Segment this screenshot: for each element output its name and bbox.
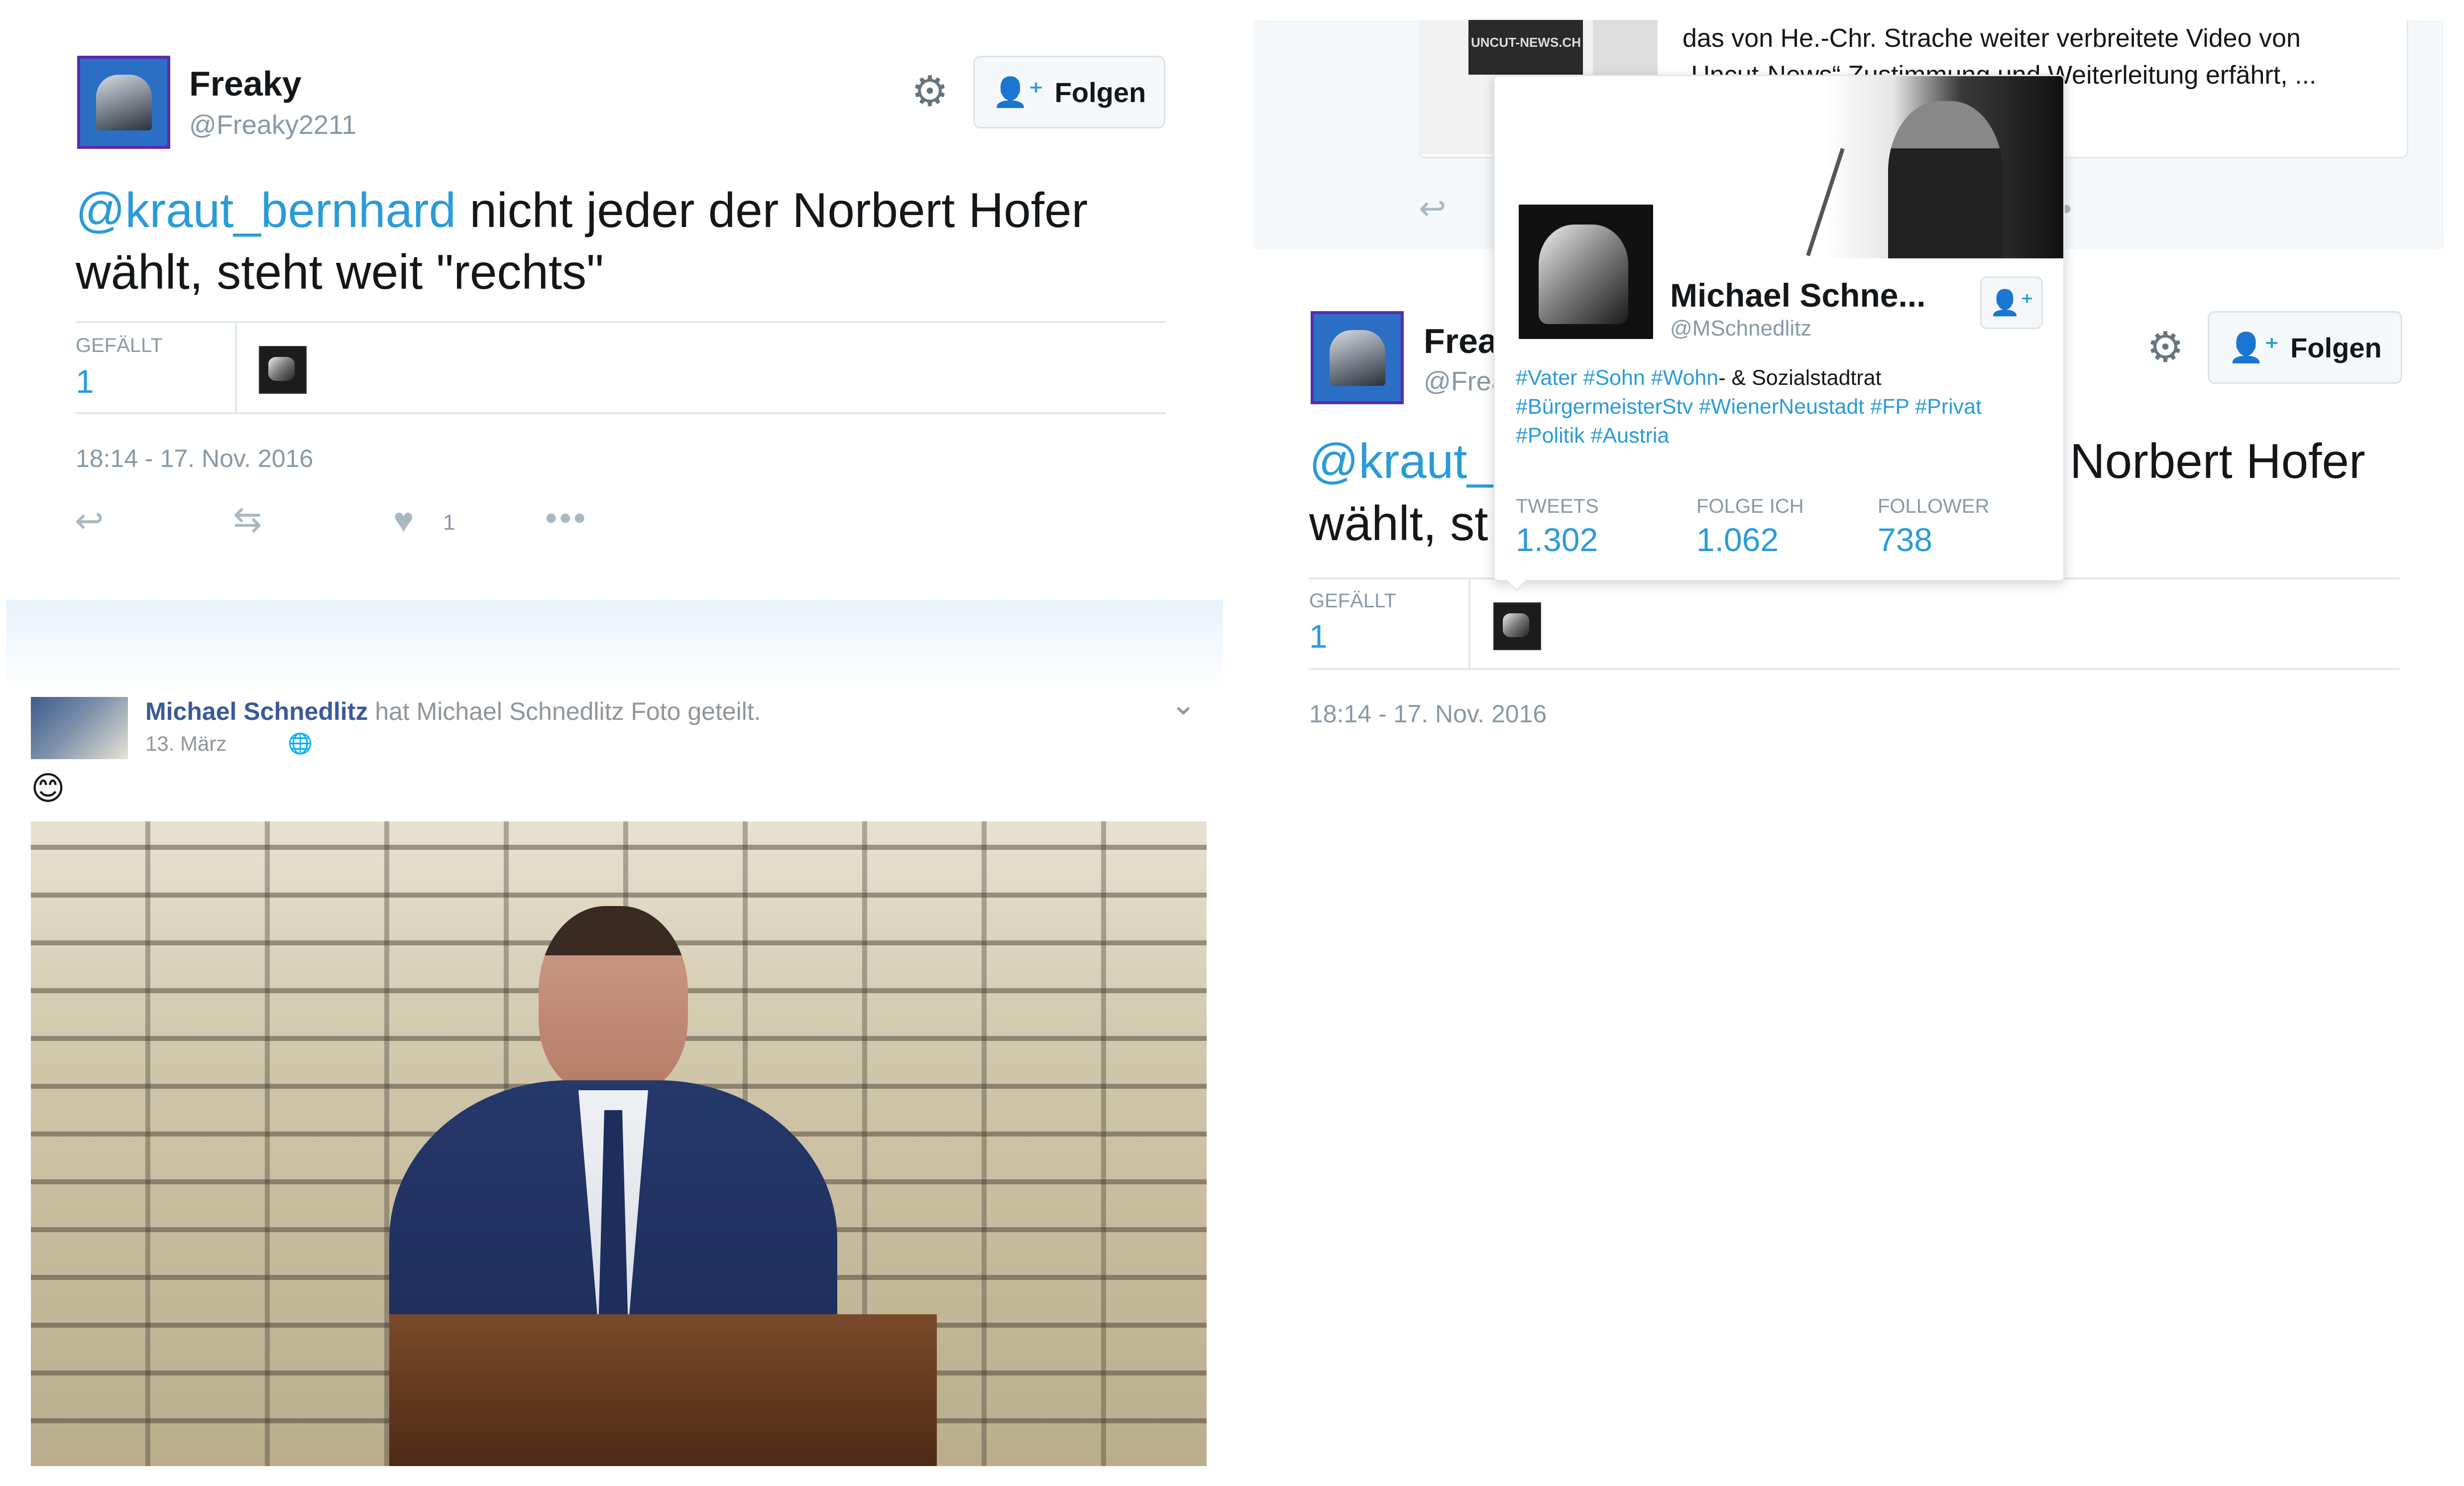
retweet-icon[interactable]: ⇆ — [233, 499, 262, 540]
divider — [1309, 668, 2399, 670]
freaky-avatar[interactable] — [1311, 311, 1404, 404]
facebook-post-title: Michael Schnedlitz hat Michael Schnedlit… — [145, 697, 761, 726]
thumbnail-label: UNCUT-NEWS.CH — [1471, 35, 1581, 50]
facebook-avatar[interactable] — [31, 697, 128, 759]
chevron-down-icon[interactable]: ⌄ — [1171, 687, 1196, 722]
likes-label: GEFÄLLT — [1309, 590, 1396, 612]
stat-label: FOLLOWER — [1878, 495, 1990, 517]
liker-avatar[interactable] — [259, 346, 307, 394]
like-icon[interactable]: ♥ — [393, 500, 414, 540]
lectern — [389, 1314, 937, 1466]
hover-card-follow-button[interactable]: 👤⁺ — [1980, 276, 2043, 329]
liker-avatar[interactable] — [1493, 602, 1541, 650]
divider — [76, 321, 1166, 323]
display-name-partial[interactable]: Frea — [1424, 321, 1497, 361]
bio-text: - & Sozialstadtrat — [1718, 366, 1882, 390]
globe-icon: 🌐 — [288, 733, 313, 755]
follow-label: Folgen — [2290, 332, 2382, 363]
add-user-icon: 👤⁺ — [992, 76, 1044, 109]
tweet-text-line2-partial: wählt, st — [1309, 496, 1488, 551]
shared-photo[interactable] — [31, 821, 1207, 1466]
likes-count[interactable]: 1 — [1309, 617, 1328, 655]
stat-followers[interactable]: FOLLOWER 738 — [1878, 495, 1989, 559]
bio-hashtags[interactable]: #Vater #Sohn #Wohn — [1516, 366, 1718, 390]
tweet-text-line2: wählt, steht weit "rechts" — [76, 244, 604, 299]
add-user-icon: 👤⁺ — [2228, 331, 2280, 364]
bio-hashtags-3[interactable]: #Politik #Austria — [1516, 424, 1669, 448]
emoji-icon: 😊 — [31, 770, 65, 806]
stat-value: 1.062 — [1696, 521, 1779, 558]
display-name[interactable]: Freaky — [189, 64, 302, 104]
gear-icon[interactable]: ⚙ — [907, 69, 952, 114]
reply-icon[interactable]: ↩ — [75, 500, 104, 541]
follow-button[interactable]: 👤⁺ Folgen — [973, 56, 1165, 128]
divider — [76, 412, 1166, 414]
likes-label: GEFÄLLT — [76, 335, 163, 356]
post-date[interactable]: 13. März — [145, 732, 226, 756]
stat-following[interactable]: FOLGE ICH 1.062 — [1696, 495, 1804, 559]
mention-link[interactable]: @kraut_bernhard — [76, 183, 456, 237]
stat-label: FOLGE ICH — [1696, 495, 1804, 517]
hover-card-name[interactable]: Michael Schne... — [1670, 276, 1926, 314]
stat-value: 1.302 — [1516, 521, 1598, 558]
freaky-avatar[interactable] — [77, 56, 170, 149]
timestamp[interactable]: 18:14 - 17. Nov. 2016 — [1309, 699, 1547, 728]
follow-label: Folgen — [1054, 76, 1146, 108]
user-handle[interactable]: @Freaky2211 — [189, 110, 356, 140]
stat-label: TWEETS — [1516, 495, 1599, 517]
add-user-icon: 👤⁺ — [1989, 288, 2034, 317]
hover-card-bio: #Vater #Sohn #Wohn- & Sozialstadtrat #Bü… — [1516, 363, 1982, 450]
stat-value: 738 — [1878, 521, 1933, 558]
hover-card-handle[interactable]: @MSchnedlitz — [1670, 316, 1811, 341]
hover-card-avatar[interactable] — [1516, 202, 1656, 342]
shared-text: hat Michael Schnedlitz Foto geteilt. — [375, 697, 761, 725]
tweet-text: @kraut_bernhard nicht jeder der Norbert … — [76, 179, 1196, 303]
like-count: 1 — [443, 510, 455, 535]
likes-count[interactable]: 1 — [76, 362, 94, 400]
timestamp[interactable]: 18:14 - 17. Nov. 2016 — [76, 444, 313, 473]
divider — [235, 324, 237, 413]
author-link[interactable]: Michael Schnedlitz — [145, 697, 368, 725]
stat-tweets[interactable]: TWEETS 1.302 — [1516, 495, 1599, 559]
gear-icon[interactable]: ⚙ — [2143, 325, 2188, 369]
quoted-text-line1: das von He.-Chr. Strache weiter verbreit… — [1682, 24, 2301, 53]
divider — [1468, 580, 1470, 670]
mention-link-partial[interactable]: @kraut_ — [1309, 433, 1494, 489]
more-icon[interactable]: ••• — [545, 498, 588, 538]
follow-button[interactable]: 👤⁺ Folgen — [2208, 311, 2402, 384]
reply-icon[interactable]: ↩ — [1419, 189, 1446, 228]
tweet-text-right: Norbert Hofer — [2070, 434, 2365, 488]
tweet-text-line1: nicht jeder der Norbert Hofer — [456, 183, 1088, 237]
bio-hashtags-2[interactable]: #BürgermeisterStv #WienerNeustadt #FP #P… — [1516, 395, 1982, 419]
